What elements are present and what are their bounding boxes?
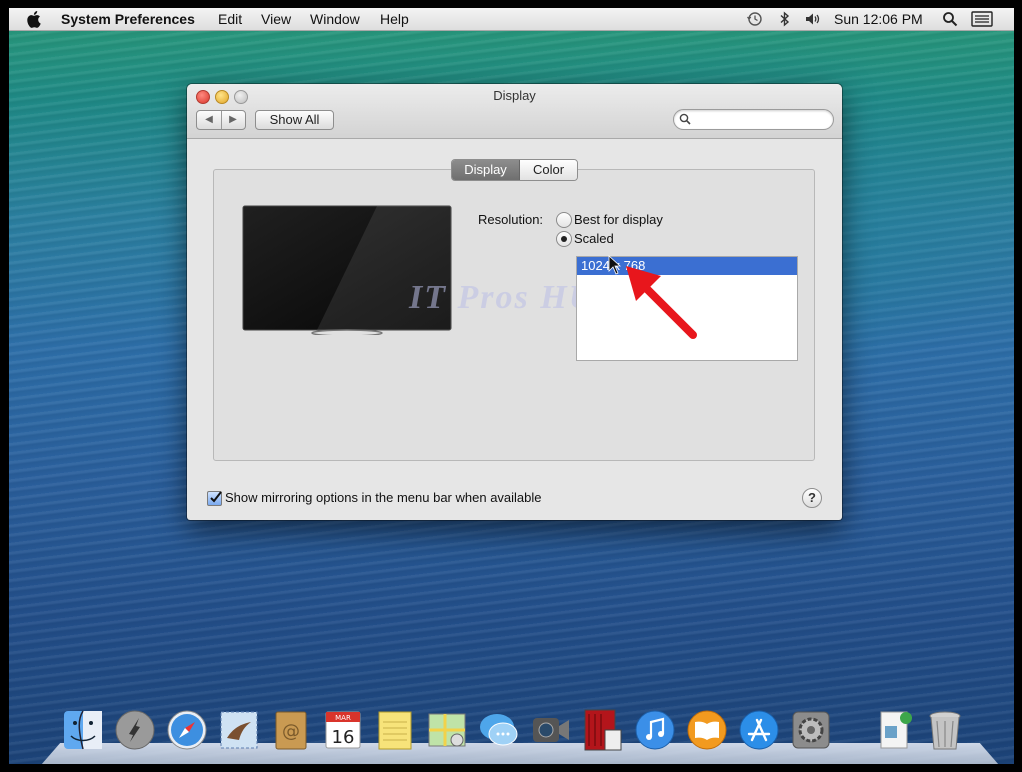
notes-icon[interactable] bbox=[373, 708, 417, 752]
documents-folder-icon[interactable] bbox=[873, 708, 917, 752]
forward-arrow-icon[interactable]: ▶ bbox=[221, 111, 245, 129]
svg-text:@: @ bbox=[282, 721, 300, 742]
display-preferences-window: Display ◀ ▶ Show All Display Color IT Pr… bbox=[187, 84, 842, 520]
itunes-icon[interactable] bbox=[633, 708, 677, 752]
radio-best-for-display-label[interactable]: Best for display bbox=[574, 212, 663, 227]
launchpad-icon[interactable] bbox=[113, 708, 157, 752]
resolution-label: Resolution: bbox=[478, 212, 544, 227]
resolution-list[interactable]: 1024 x 768 bbox=[576, 256, 798, 361]
facetime-icon[interactable] bbox=[529, 708, 573, 752]
menu-help[interactable]: Help bbox=[380, 11, 409, 27]
menu-edit[interactable]: Edit bbox=[218, 11, 242, 27]
menu-clock[interactable]: Sun 12:06 PM bbox=[834, 11, 923, 27]
window-title: Display bbox=[493, 88, 536, 103]
volume-icon[interactable] bbox=[804, 11, 822, 27]
radio-scaled[interactable] bbox=[556, 231, 572, 247]
notification-center-icon[interactable] bbox=[971, 11, 993, 27]
menu-bar: System Preferences Edit View Window Help… bbox=[9, 8, 1014, 31]
show-all-button[interactable]: Show All bbox=[255, 110, 334, 130]
svg-text:16: 16 bbox=[332, 727, 355, 748]
back-arrow-icon[interactable]: ◀ bbox=[197, 111, 222, 129]
back-forward-control: ◀ ▶ bbox=[196, 110, 246, 130]
apple-icon[interactable] bbox=[27, 10, 43, 28]
safari-icon[interactable] bbox=[165, 708, 209, 752]
search-icon bbox=[679, 113, 691, 125]
contacts-icon[interactable]: @ bbox=[269, 708, 313, 752]
trash-icon[interactable] bbox=[923, 708, 967, 752]
search-input[interactable] bbox=[694, 112, 828, 128]
window-toolbar: Display ◀ ▶ Show All bbox=[187, 84, 842, 139]
mail-icon[interactable] bbox=[217, 708, 261, 752]
tab-bar: Display Color bbox=[451, 159, 578, 181]
checkmark-icon bbox=[210, 491, 222, 503]
desktop: System Preferences Edit View Window Help… bbox=[9, 8, 1014, 764]
svg-text:MAR: MAR bbox=[335, 714, 351, 722]
menu-app-name[interactable]: System Preferences bbox=[61, 11, 195, 27]
menu-window[interactable]: Window bbox=[310, 11, 360, 27]
time-machine-icon[interactable] bbox=[746, 11, 764, 27]
menu-view[interactable]: View bbox=[261, 11, 291, 27]
calendar-icon[interactable]: MAR 16 bbox=[321, 708, 365, 752]
mirroring-checkbox[interactable] bbox=[207, 491, 222, 506]
radio-scaled-label[interactable]: Scaled bbox=[574, 231, 614, 246]
maps-icon[interactable] bbox=[425, 708, 469, 752]
tab-color[interactable]: Color bbox=[520, 160, 577, 180]
search-field[interactable] bbox=[673, 109, 834, 130]
radio-best-for-display[interactable] bbox=[556, 212, 572, 228]
mirroring-checkbox-label[interactable]: Show mirroring options in the menu bar w… bbox=[225, 490, 542, 505]
messages-icon[interactable] bbox=[477, 708, 521, 752]
help-button[interactable]: ? bbox=[802, 488, 822, 508]
photo-booth-icon[interactable] bbox=[581, 708, 625, 752]
system-preferences-icon[interactable] bbox=[789, 708, 833, 752]
tab-display[interactable]: Display bbox=[452, 160, 520, 180]
spotlight-icon[interactable] bbox=[942, 11, 958, 27]
ibooks-icon[interactable] bbox=[685, 708, 729, 752]
resolution-list-item[interactable]: 1024 x 768 bbox=[577, 257, 797, 275]
app-store-icon[interactable] bbox=[737, 708, 781, 752]
finder-icon[interactable] bbox=[61, 708, 105, 752]
bluetooth-icon[interactable] bbox=[779, 11, 791, 27]
